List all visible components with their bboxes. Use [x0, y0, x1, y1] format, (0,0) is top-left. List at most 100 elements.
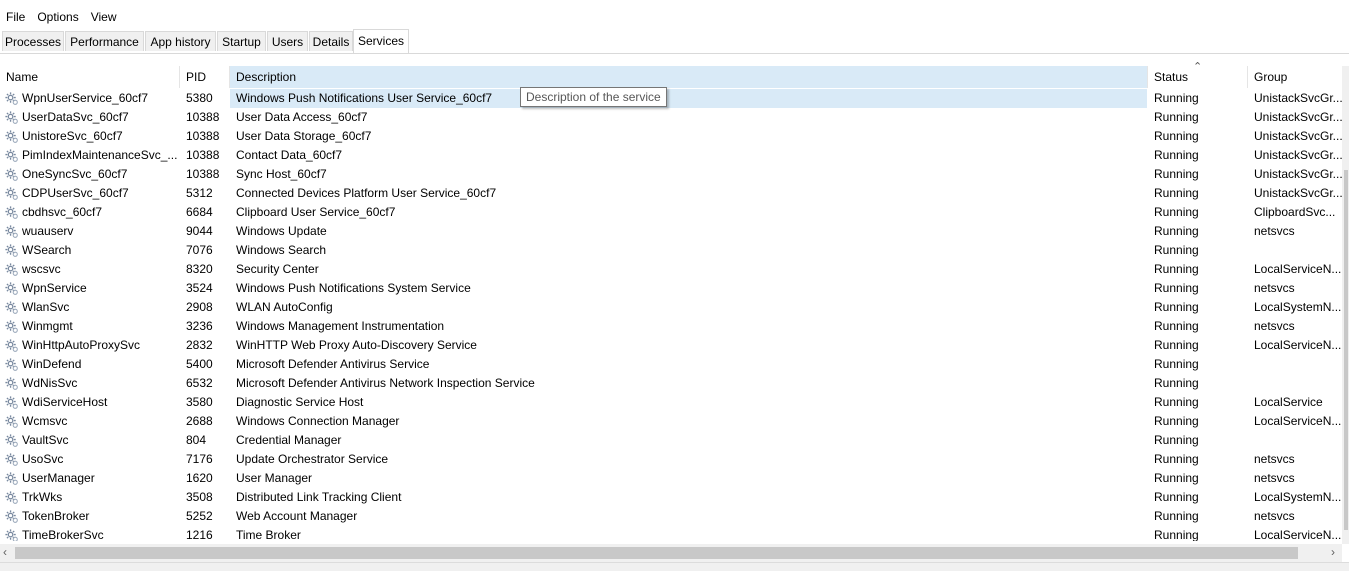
- table-row[interactable]: VaultSvc 804 Credential Manager Running: [0, 431, 1342, 450]
- group-cell: LocalServiceN...: [1254, 262, 1342, 276]
- description-cell: Time Broker: [236, 528, 301, 541]
- group-cell: LocalServiceN...: [1254, 414, 1342, 428]
- service-name-cell: wuauserv: [22, 224, 74, 238]
- vertical-scrollbar-thumb[interactable]: [1344, 170, 1348, 530]
- description-cell: Microsoft Defender Antivirus Network Ins…: [236, 376, 535, 390]
- status-cell: Running: [1154, 262, 1199, 276]
- table-row[interactable]: UserDataSvc_60cf7 10388 User Data Access_6…: [0, 108, 1342, 127]
- menu-bar: File Options View: [0, 6, 123, 28]
- service-name-cell: WlanSvc: [22, 300, 70, 314]
- table-row[interactable]: UserManager 1620 User Manager Running netsvc…: [0, 469, 1342, 488]
- description-cell: Credential Manager: [236, 433, 342, 447]
- scroll-left-arrow-icon[interactable]: ‹: [3, 545, 7, 559]
- table-row[interactable]: Winmgmt 3236 Windows Management Instrument…: [0, 317, 1342, 336]
- description-cell: User Data Access_60cf7: [236, 110, 368, 124]
- group-cell: netsvcs: [1254, 319, 1295, 333]
- table-row[interactable]: WSearch 7076 Windows Search Running: [0, 241, 1342, 260]
- description-cell: Update Orchestrator Service: [236, 452, 389, 466]
- table-row[interactable]: TrkWks 3508 Distributed Link Tracking Clie…: [0, 488, 1342, 507]
- status-cell: Running: [1154, 129, 1199, 143]
- gear-icon: [4, 167, 19, 182]
- tab-performance[interactable]: Performance: [65, 31, 144, 51]
- menu-view[interactable]: View: [85, 6, 123, 28]
- status-cell: Running: [1154, 205, 1199, 219]
- gear-icon: [4, 262, 19, 277]
- status-cell: Running: [1154, 471, 1199, 485]
- gear-icon: [4, 414, 19, 429]
- tab-details[interactable]: Details: [309, 31, 353, 51]
- service-name-cell: WinDefend: [22, 357, 82, 371]
- table-row[interactable]: UnistoreSvc_60cf7 10388 User Data Storage_…: [0, 127, 1342, 146]
- status-cell: Running: [1154, 395, 1199, 409]
- table-row[interactable]: WdiServiceHost 3580 Diagnostic Service Hos…: [0, 393, 1342, 412]
- group-cell: ClipboardSvc...: [1254, 205, 1336, 219]
- tooltip: Description of the service: [520, 87, 667, 107]
- gear-icon: [4, 490, 19, 505]
- table-row[interactable]: wscsvc 8320 Security Center Running LocalSer…: [0, 260, 1342, 279]
- pid-cell: 3508: [186, 490, 213, 504]
- description-cell: Windows Search: [236, 243, 327, 257]
- status-cell: Running: [1154, 148, 1199, 162]
- tab-startup[interactable]: Startup: [217, 31, 266, 51]
- group-cell: [1254, 355, 1342, 374]
- service-name-cell: WdNisSvc: [22, 376, 78, 390]
- scroll-right-arrow-icon[interactable]: ›: [1331, 545, 1335, 559]
- pid-cell: 3524: [186, 281, 213, 295]
- table-row[interactable]: WpnUserService_60cf7 5380 Windows Push Not…: [0, 89, 1342, 108]
- column-header-pid[interactable]: PID: [180, 66, 230, 88]
- tab-strip: Processes Performance App history Startu…: [0, 29, 1349, 54]
- status-cell: Running: [1154, 376, 1199, 390]
- tab-services[interactable]: Services: [353, 29, 409, 53]
- table-row[interactable]: TimeBrokerSvc 1216 Time Broker Running Local…: [0, 526, 1342, 541]
- table-row[interactable]: wuauserv 9044 Windows Update Running netsvcs: [0, 222, 1342, 241]
- gear-icon: [4, 91, 19, 106]
- pid-cell: 1620: [186, 471, 213, 485]
- column-header-name[interactable]: Name: [0, 66, 180, 88]
- group-cell: UnistackSvcGr...: [1254, 91, 1342, 105]
- column-header-group[interactable]: Group: [1248, 66, 1342, 88]
- description-cell: Windows Update: [236, 224, 327, 238]
- table-row[interactable]: cbdhsvc_60cf7 6684 Clipboard User Service_…: [0, 203, 1342, 222]
- tab-users[interactable]: Users: [267, 31, 308, 51]
- menu-options[interactable]: Options: [31, 6, 84, 28]
- pid-cell: 6684: [186, 205, 213, 219]
- service-name-cell: VaultSvc: [22, 433, 69, 447]
- gear-icon: [4, 433, 19, 448]
- service-name-cell: UnistoreSvc_60cf7: [22, 129, 123, 143]
- table-row[interactable]: WpnService 3524 Windows Push Notifications…: [0, 279, 1342, 298]
- gear-icon: [4, 110, 19, 125]
- table-row[interactable]: WdNisSvc 6532 Microsoft Defender Antivirus…: [0, 374, 1342, 393]
- group-cell: netsvcs: [1254, 224, 1295, 238]
- tab-processes[interactable]: Processes: [2, 31, 64, 51]
- table-row[interactable]: WinHttpAutoProxySvc 2832 WinHTTP Web Proxy…: [0, 336, 1342, 355]
- description-cell: WLAN AutoConfig: [236, 300, 333, 314]
- gear-icon: [4, 281, 19, 296]
- sort-up-icon: ⌃: [1193, 61, 1203, 73]
- pid-cell: 10388: [186, 129, 220, 143]
- pid-cell: 9044: [186, 224, 213, 238]
- status-cell: Running: [1154, 300, 1199, 314]
- description-cell: Distributed Link Tracking Client: [236, 490, 402, 504]
- table-row[interactable]: Wcmsvc 2688 Windows Connection Manager Runn…: [0, 412, 1342, 431]
- table-row[interactable]: PimIndexMaintenanceSvc_... 10388 Contact D…: [0, 146, 1342, 165]
- gear-icon: [4, 129, 19, 144]
- gear-icon: [4, 243, 19, 258]
- description-cell: WinHTTP Web Proxy Auto-Discovery Service: [236, 338, 477, 352]
- status-cell: Running: [1154, 186, 1199, 200]
- group-cell: LocalSystemN...: [1254, 300, 1342, 314]
- table-row[interactable]: CDPUserSvc_60cf7 5312 Connected Devices Pl…: [0, 184, 1342, 203]
- horizontal-scrollbar-thumb[interactable]: [15, 547, 1298, 559]
- table-row[interactable]: UsoSvc 7176 Update Orchestrator Service Run…: [0, 450, 1342, 469]
- menu-file[interactable]: File: [0, 6, 31, 28]
- gear-icon: [4, 395, 19, 410]
- table-row[interactable]: WinDefend 5400 Microsoft Defender Antiviru…: [0, 355, 1342, 374]
- table-row[interactable]: OneSyncSvc_60cf7 10388 Sync Host_60cf7 Runn…: [0, 165, 1342, 184]
- description-cell: User Manager: [236, 471, 313, 485]
- table-row[interactable]: WlanSvc 2908 WLAN AutoConfig Running LocalSy…: [0, 298, 1342, 317]
- group-cell: netsvcs: [1254, 509, 1295, 523]
- description-cell: Contact Data_60cf7: [236, 148, 343, 162]
- column-header-description[interactable]: Description: [230, 66, 1148, 88]
- table-row[interactable]: TokenBroker 5252 Web Account Manager Runnin…: [0, 507, 1342, 526]
- tab-app-history[interactable]: App history: [145, 31, 216, 51]
- service-name-cell: Wcmsvc: [22, 414, 68, 428]
